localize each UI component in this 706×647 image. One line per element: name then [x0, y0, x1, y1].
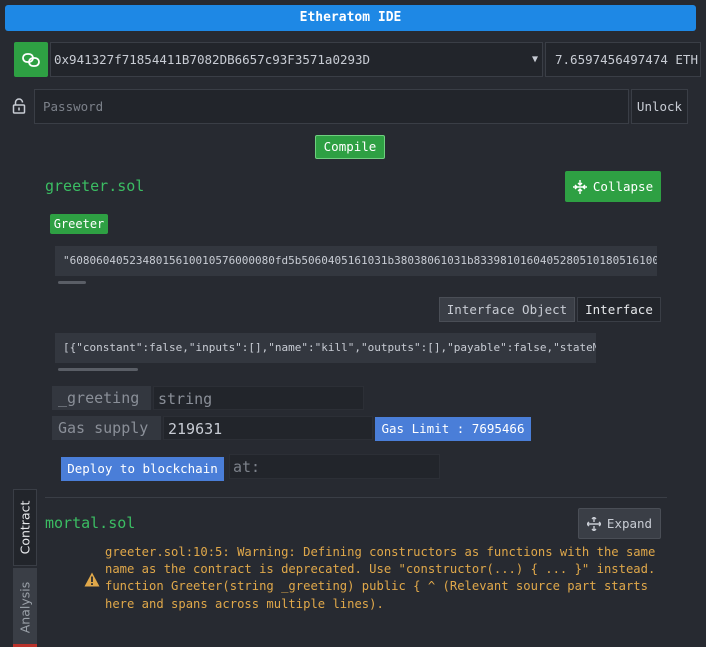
gas-supply-input[interactable]: 219631	[163, 416, 373, 440]
file-name-greeter[interactable]: greeter.sol	[45, 177, 144, 195]
expand-label: Expand	[606, 516, 653, 531]
account-row: 0x941327f71854411B7082DB6657c93F3571a029…	[14, 42, 701, 78]
deploy-button[interactable]: Deploy to blockchain	[61, 457, 224, 481]
abi-scrollbar[interactable]	[58, 368, 138, 371]
gas-supply-label: Gas supply	[52, 416, 161, 440]
compress-icon	[572, 179, 587, 194]
chevron-down-icon: ▼	[531, 54, 538, 65]
bytecode-scrollbar[interactable]	[58, 281, 86, 284]
gas-limit-button[interactable]: Gas Limit : 7695466	[375, 417, 531, 441]
expand-icon	[586, 516, 601, 531]
app-title-bar: Etheratom IDE	[5, 5, 696, 31]
link-account-button[interactable]	[14, 42, 48, 77]
tab-contract-label: Contract	[17, 500, 33, 555]
unlock-button[interactable]: Unlock	[631, 89, 688, 124]
account-address: 0x941327f71854411B7082DB6657c93F3571a029…	[54, 52, 371, 67]
divider	[45, 497, 667, 498]
compile-button[interactable]: Compile	[315, 135, 385, 159]
at-address-input[interactable]: at:	[229, 454, 440, 479]
account-select[interactable]: 0x941327f71854411B7082DB6657c93F3571a029…	[50, 42, 543, 77]
warning-icon	[84, 572, 100, 587]
abi-box[interactable]: [{"constant":false,"inputs":[],"name":"k…	[55, 333, 596, 363]
greeting-param-input[interactable]: string	[153, 386, 364, 410]
tab-analysis[interactable]: Analysis	[13, 568, 37, 647]
greeting-param-label: _greeting	[52, 386, 151, 410]
password-input[interactable]	[34, 89, 629, 124]
interface-object-button[interactable]: Interface Object	[439, 297, 575, 322]
collapse-button[interactable]: Collapse	[565, 171, 661, 202]
file-name-mortal[interactable]: mortal.sol	[45, 514, 135, 532]
password-row: Unlock	[10, 89, 688, 124]
compiler-warning: greeter.sol:10:5: Warning: Defining cons…	[105, 545, 656, 611]
interface-button[interactable]: Interface	[577, 297, 661, 322]
link-icon	[22, 52, 40, 67]
bytecode-box[interactable]: "6080604052348015610010576000080fd5b5060…	[55, 246, 657, 276]
lock-icon	[12, 98, 26, 114]
contract-name-badge: Greeter	[50, 214, 108, 234]
tab-analysis-label: Analysis	[17, 581, 33, 634]
account-balance: 7.6597456497474 ETH	[545, 42, 701, 77]
expand-button[interactable]: Expand	[578, 508, 661, 539]
tab-contract[interactable]: Contract	[13, 489, 37, 566]
collapse-label: Collapse	[592, 179, 654, 194]
